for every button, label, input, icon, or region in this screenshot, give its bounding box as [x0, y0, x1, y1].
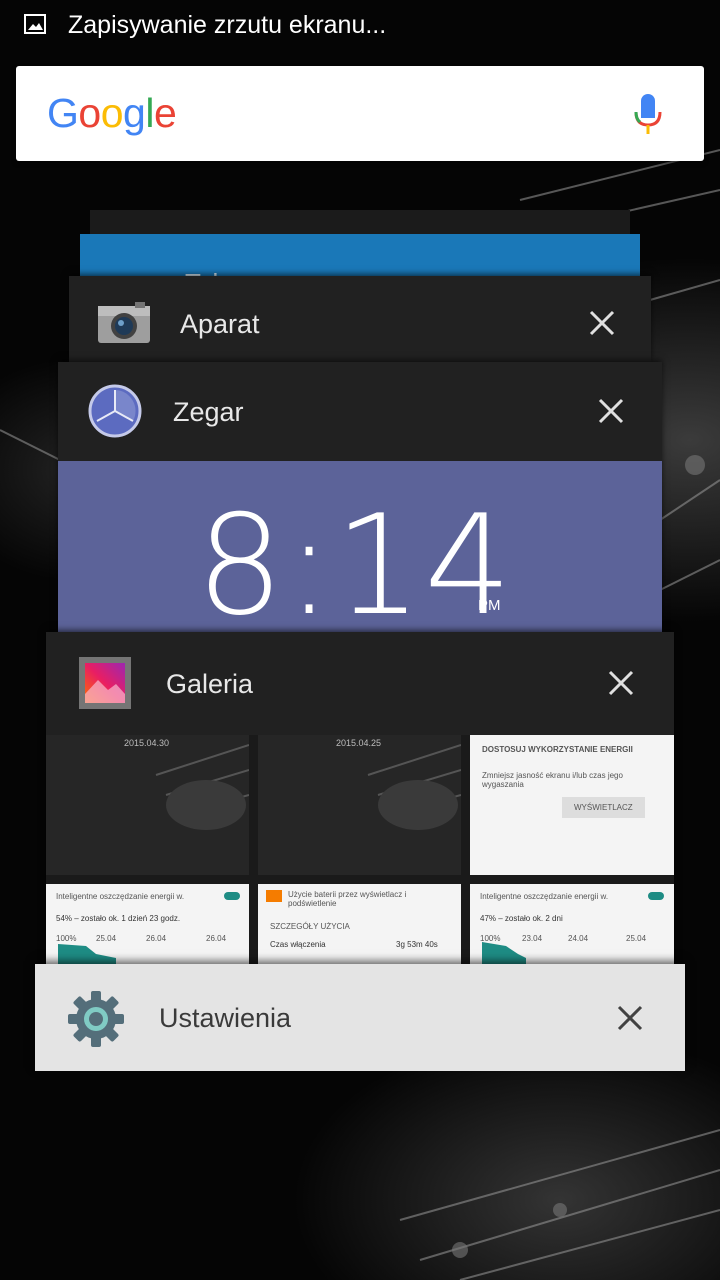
- gallery-icon: [79, 657, 131, 709]
- thumb-image: [367, 744, 461, 830]
- recent-card-aparat[interactable]: Aparat: [69, 276, 651, 362]
- recent-card-zegar[interactable]: Zegar 8:14 PM: [58, 362, 662, 642]
- thumb-image: [155, 744, 249, 830]
- google-logo-letter: e: [153, 90, 177, 136]
- close-icon: [598, 398, 624, 424]
- google-logo-letter: G: [47, 90, 79, 136]
- close-ustawienia-button[interactable]: [608, 996, 652, 1040]
- gallery-preview-grid: 2015.04.30 2015.04.25 DOSTOSUJ WYKORZYST…: [46, 735, 674, 972]
- close-icon: [589, 310, 615, 336]
- screenshot-notification-text: Zapisywanie zrzutu ekranu...: [68, 11, 387, 39]
- thumb-button: WYŚWIETLACZ: [562, 797, 645, 818]
- battery-graph: [482, 892, 664, 964]
- thumb-row: Czas włączenia: [270, 940, 326, 949]
- thumb-section: SZCZEGÓŁY UŻYCIA: [270, 922, 350, 931]
- recent-card-ustawienia[interactable]: Ustawienia: [35, 964, 685, 1071]
- clock-time: 8:14: [196, 485, 514, 642]
- card-title-aparat: Aparat: [180, 309, 260, 339]
- recent-card-galeria[interactable]: Galeria 2015.04.30 2015.04.25 DOSTOSUJ W…: [46, 632, 674, 972]
- screen-icon: [266, 890, 282, 902]
- gallery-thumb: DOSTOSUJ WYKORZYSTANIE ENERGII Zmniejsz …: [470, 735, 674, 875]
- status-bar: Zapisywanie zrzutu ekranu...: [0, 0, 720, 50]
- close-galeria-button[interactable]: [599, 661, 643, 705]
- close-aparat-button[interactable]: [580, 301, 624, 345]
- battery-graph: [58, 892, 240, 964]
- thumb-heading: DOSTOSUJ WYKORZYSTANIE ENERGII: [482, 745, 633, 754]
- google-logo-letter: g: [123, 90, 146, 136]
- close-zegar-button[interactable]: [589, 389, 633, 433]
- google-logo-letter: o: [78, 90, 101, 136]
- mic-icon[interactable]: [632, 92, 664, 136]
- gallery-thumb: Inteligentne oszczędzanie energii w. 54%…: [46, 884, 249, 964]
- thumb-text: Zmniejsz jasność ekranu i/lub czas jego …: [482, 771, 623, 789]
- image-icon: [24, 14, 46, 34]
- gallery-thumb: 2015.04.25: [258, 735, 461, 875]
- google-logo-letter: o: [100, 90, 124, 136]
- card-title-galeria: Galeria: [166, 669, 254, 699]
- card-title-ustawienia: Ustawienia: [159, 1003, 292, 1033]
- gallery-thumb: Użycie baterii przez wyświetlacz i podśw…: [258, 884, 461, 964]
- thumb-row-value: 3g 53m 40s: [396, 940, 438, 949]
- camera-icon: [98, 302, 150, 343]
- google-logo-letter: l: [145, 90, 154, 136]
- close-icon: [617, 1005, 643, 1031]
- gallery-thumb: Inteligentne oszczędzanie energii w. 47%…: [470, 884, 674, 964]
- thumb-title: Użycie baterii przez wyświetlacz i podśw…: [288, 890, 407, 908]
- settings-gear-icon: [68, 991, 124, 1047]
- gallery-thumb: 2015.04.30: [46, 735, 249, 875]
- google-logo[interactable]: Google: [47, 88, 177, 138]
- card-title-zegar: Zegar: [173, 397, 244, 427]
- recents-screen: Zapisywanie zrzutu ekranu... Google Tel …: [0, 0, 720, 1280]
- clock-ampm: PM: [478, 597, 501, 614]
- clock-icon: [88, 384, 142, 438]
- close-icon: [608, 670, 634, 696]
